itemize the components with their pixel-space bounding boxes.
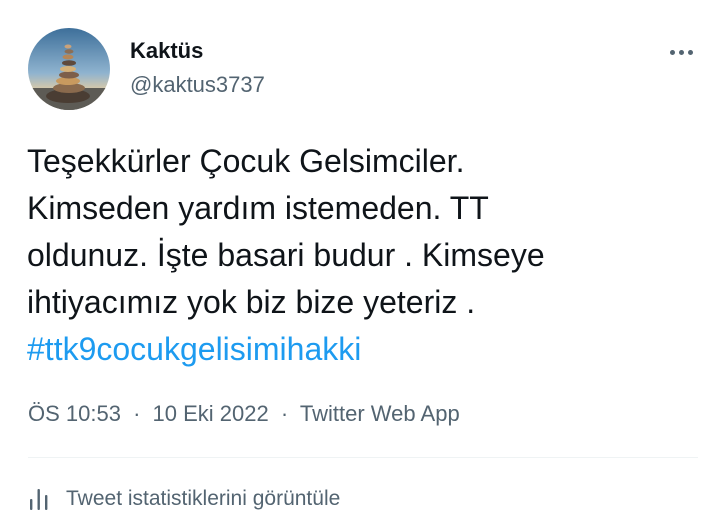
tweet-metadata: ÖS 10:53 · 10 Eki 2022 · Twitter Web App <box>28 400 460 428</box>
hashtag-link[interactable]: #ttk9cocukgelisimihakki <box>27 326 697 373</box>
view-analytics-button[interactable]: Tweet istatistiklerini görüntüle <box>28 486 340 512</box>
tweet-card: Kaktüs @kaktus3737 Teşekkürler Çocuk Gel… <box>0 0 720 529</box>
more-dot <box>687 49 693 55</box>
tweet-text-line: Teşekkürler Çocuk Gelsimciler. <box>27 143 465 179</box>
tweet-source: Twitter Web App <box>299 401 460 426</box>
tweet-date-link[interactable]: 10 Eki 2022 <box>153 401 269 426</box>
author-display-name[interactable]: Kaktüs <box>130 38 265 64</box>
tweet-text-line: oldunuz. İşte basari budur . Kimseye <box>27 237 545 273</box>
more-dot <box>669 49 675 55</box>
author-handle[interactable]: @kaktus3737 <box>130 72 265 98</box>
tweet-time-link[interactable]: ÖS 10:53 <box>28 401 121 426</box>
tweet-text-line: ihtiyacımız yok biz bize yeteriz . <box>27 284 476 320</box>
tweet-text: Teşekkürler Çocuk Gelsimciler. Kimseden … <box>27 138 697 373</box>
author-block: Kaktüs @kaktus3737 <box>130 38 265 98</box>
avatar[interactable] <box>28 28 110 110</box>
view-analytics-label: Tweet istatistiklerini görüntüle <box>66 487 341 510</box>
stacked-stones-avatar-image <box>28 28 110 110</box>
meta-separator: · <box>280 401 289 426</box>
analytics-bars-icon <box>30 489 48 510</box>
meta-separator: · <box>133 401 141 426</box>
divider <box>28 457 698 458</box>
more-dot <box>678 49 684 55</box>
tweet-text-line: Kimseden yardım istemeden. TT <box>27 190 489 226</box>
more-options-icon[interactable] <box>664 40 698 64</box>
